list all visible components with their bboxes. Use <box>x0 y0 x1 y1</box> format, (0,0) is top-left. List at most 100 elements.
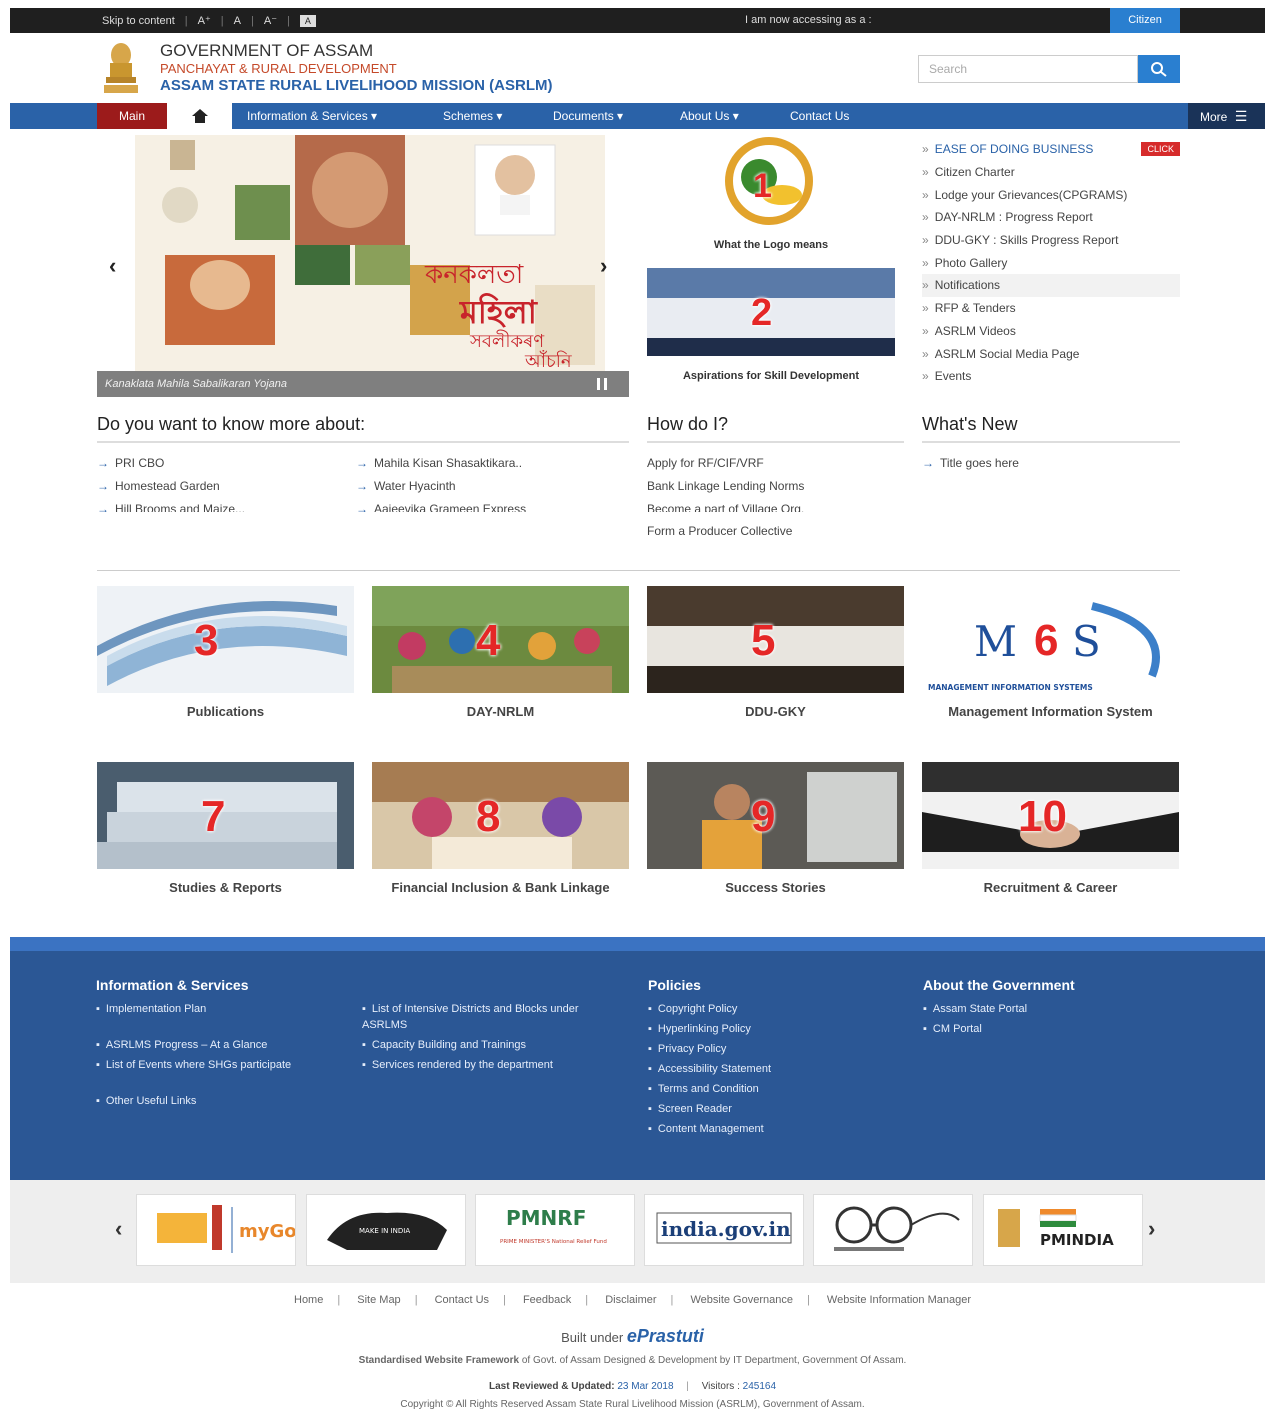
tile-recruitment[interactable]: 10 Recruitment & Career <box>922 762 1179 897</box>
how-do-i-link[interactable]: Bank Linkage Lending Norms <box>647 479 804 493</box>
tile-studies-reports[interactable]: 7 Studies & Reports <box>97 762 354 897</box>
card-label-2: Aspirations for Skill Development <box>682 370 860 382</box>
section-divider <box>97 570 1180 571</box>
logo-pmindia[interactable]: PMINDIA <box>983 1194 1143 1266</box>
bottom-link-disclaimer[interactable]: Disclaimer <box>605 1294 656 1306</box>
bottom-link-info-manager[interactable]: Website Information Manager <box>827 1294 971 1306</box>
tile-success-stories[interactable]: 9 Success Stories <box>647 762 904 897</box>
mission-title[interactable]: ASSAM STATE RURAL LIVELIHOOD MISSION (AS… <box>160 77 553 94</box>
kanaklata-collage: কনকলতা মহিলা সবলীকৰণ আঁচনি <box>135 135 605 371</box>
search-button[interactable] <box>1138 55 1180 83</box>
bottom-link-site-map[interactable]: Site Map <box>357 1294 400 1306</box>
whats-new-link[interactable]: → Title goes here <box>922 456 1019 470</box>
eprastuti-logo[interactable]: ePrastuti <box>627 1326 704 1346</box>
footer-link[interactable]: Privacy Policy <box>648 1041 726 1057</box>
quick-link[interactable]: » Photo Gallery <box>922 251 1180 274</box>
partners-prev-icon[interactable]: ‹ <box>115 1216 122 1242</box>
pmnrf-text: PMNRF <box>506 1206 586 1230</box>
logo-pmnrf[interactable]: PMNRF PRIME MINISTER'S National Relief F… <box>475 1194 635 1266</box>
font-decrease-button[interactable]: A⁻ <box>264 14 277 27</box>
quick-link[interactable]: » ASRLM Social Media Page <box>922 342 1180 365</box>
footer-link[interactable]: ASRLMS Progress – At a Glance <box>96 1037 267 1053</box>
card-skill-aspirations[interactable]: 2 Aspirations for Skill Development <box>647 268 895 382</box>
logo-swachh-bharat[interactable] <box>813 1194 973 1266</box>
quick-link[interactable]: » DDU-GKY : Skills Progress Report <box>922 229 1180 252</box>
bottom-links: Home | Site Map | Contact Us | Feedback | Di… <box>294 1294 971 1306</box>
tile-ddu-gky[interactable]: 5 DDU-GKY <box>647 586 904 721</box>
logo-make-in-india[interactable]: MAKE IN INDIA <box>306 1194 466 1266</box>
pause-icon[interactable] <box>597 378 607 390</box>
know-more-link[interactable]: → Mahila Kisan Shasaktikara.. <box>356 456 522 470</box>
quick-link[interactable]: » ASRLM Videos <box>922 320 1180 343</box>
footer-link[interactable]: Capacity Building and Trainings <box>362 1037 526 1053</box>
bottom-link-feedback[interactable]: Feedback <box>523 1294 571 1306</box>
footer-gov-heading: About the Government <box>923 977 1075 993</box>
nav-about-us[interactable]: About Us ▾ <box>680 103 739 129</box>
know-more-link[interactable]: → Hill Brooms and Maize... <box>97 502 245 512</box>
quick-link[interactable]: » Events <box>922 365 1180 388</box>
card-label-1: What the Logo means <box>713 239 829 251</box>
font-normal-button[interactable]: A <box>234 15 241 27</box>
footer-link[interactable]: Copyright Policy <box>648 1001 737 1017</box>
footer-link[interactable]: Other Useful Links <box>96 1093 196 1109</box>
tile-mis[interactable]: M S MANAGEMENT INFORMATION SYSTEMS 6 Man… <box>922 586 1179 721</box>
nav-home[interactable] <box>167 103 232 129</box>
quick-link[interactable]: » RFP & Tenders <box>922 297 1180 320</box>
contrast-toggle[interactable]: A <box>299 14 316 27</box>
partners-next-icon[interactable]: › <box>1148 1216 1155 1242</box>
footer-link[interactable]: List of Intensive Districts and Blocks u… <box>362 1001 612 1033</box>
logo-mygov[interactable]: myGov <box>136 1194 309 1266</box>
quick-link[interactable]: » Notifications <box>922 274 1180 297</box>
slider-prev-icon[interactable]: ‹ <box>109 253 116 279</box>
tile-publications[interactable]: 3 Publications <box>97 586 354 721</box>
how-do-i-link[interactable]: Form a Producer Collective <box>647 524 792 538</box>
footer-link[interactable]: Accessibility Statement <box>648 1061 771 1077</box>
whats-new-heading: What's New <box>922 414 1180 443</box>
footer-link[interactable]: Hyperlinking Policy <box>648 1021 751 1037</box>
tile-label-success: Success Stories <box>725 880 826 895</box>
day-nrlm-image: 4 <box>372 586 629 693</box>
nav-schemes[interactable]: Schemes ▾ <box>443 103 502 129</box>
bottom-link-home[interactable]: Home <box>294 1294 323 1306</box>
nav-documents[interactable]: Documents ▾ <box>553 103 623 129</box>
gov-title: GOVERNMENT OF ASSAM <box>160 41 374 60</box>
quick-link[interactable]: » Lodge your Grievances(CPGRAMS) <box>922 183 1180 206</box>
slider-caption: Kanaklata Mahila Sabalikaran Yojana <box>97 371 629 397</box>
nav-contact-us[interactable]: Contact Us <box>790 103 849 129</box>
footer-link[interactable]: List of Events where SHGs participate <box>96 1057 306 1073</box>
how-do-i-link[interactable]: Apply for RF/CIF/VRF <box>647 456 764 470</box>
slider-next-icon[interactable]: › <box>600 253 607 279</box>
bottom-link-governance[interactable]: Website Governance <box>690 1294 793 1306</box>
know-more-link[interactable]: → Water Hyacinth <box>356 479 456 493</box>
logo-india-gov[interactable]: india.gov.in <box>644 1194 804 1266</box>
slider-assamese-1: কনকলতা <box>424 260 524 290</box>
spiral-notebooks-photo <box>97 762 354 869</box>
footer-link[interactable]: Terms and Condition <box>648 1081 759 1097</box>
quick-link[interactable]: » DAY-NRLM : Progress Report <box>922 206 1180 229</box>
footer-link[interactable]: Services rendered by the department <box>362 1057 562 1073</box>
nav-more[interactable]: More ☰ <box>1188 103 1265 129</box>
bottom-link-contact[interactable]: Contact Us <box>435 1294 489 1306</box>
quick-link-ease-of-business[interactable]: » EASE OF DOING BUSINESS CLICK <box>922 138 1180 161</box>
know-more-link[interactable]: → Aajeevika Grameen Express <box>356 502 526 512</box>
citizen-button[interactable]: Citizen <box>1110 8 1180 33</box>
nav-main[interactable]: Main <box>97 103 167 129</box>
know-more-link[interactable]: → PRI CBO <box>97 456 164 470</box>
quick-link[interactable]: » Citizen Charter <box>922 161 1180 184</box>
footer-link[interactable]: Assam State Portal <box>923 1001 1027 1017</box>
glasses-logo-icon <box>834 1206 960 1251</box>
tile-financial-inclusion[interactable]: 8 Financial Inclusion & Bank Linkage <box>372 762 629 897</box>
women-group-photo <box>372 586 629 693</box>
search-input[interactable]: Search <box>918 55 1138 83</box>
know-more-link[interactable]: → Homestead Garden <box>97 479 220 493</box>
skip-to-content-link[interactable]: Skip to content <box>102 15 175 27</box>
footer-link[interactable]: CM Portal <box>923 1021 982 1037</box>
footer-link[interactable]: Screen Reader <box>648 1101 732 1117</box>
how-do-i-link[interactable]: Become a part of Village Org. <box>647 502 804 512</box>
tile-day-nrlm[interactable]: 4 DAY-NRLM <box>372 586 629 721</box>
nav-information-services[interactable]: Information & Services ▾ <box>247 103 377 129</box>
footer-link[interactable]: Implementation Plan <box>96 1001 206 1017</box>
card-logo-meaning[interactable]: 1 What the Logo means <box>647 137 895 251</box>
font-increase-button[interactable]: A⁺ <box>198 14 211 27</box>
footer-link[interactable]: Content Management <box>648 1121 764 1137</box>
